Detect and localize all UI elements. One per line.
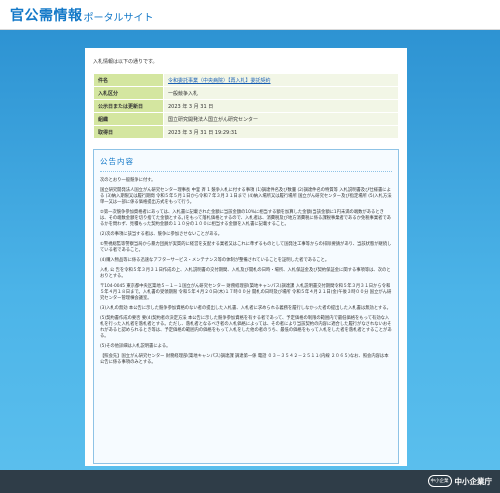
table-row: 件名 令和委託事業（中央病院）【再入札】委託契約	[93, 73, 399, 87]
notice-paragraph: (2)次の事項に該当する者は、競争に参加させないことがある。	[100, 232, 223, 237]
intro-text: 入札情報は以下の通りです。	[93, 59, 158, 65]
notice-paragraph: 入札 公 告を令和５年３月３１日作成の上、入札説明書の交付期間、入札及び開札の日…	[100, 268, 391, 279]
row-label-bid-type: 入札区分	[93, 86, 164, 100]
table-row: 入札区分 一般競争入札	[93, 86, 399, 100]
row-value-bid-type: 一般競争入札	[163, 86, 399, 100]
agency-logo-text: 中小企業庁	[454, 476, 493, 486]
table-row: 取得日 2023 年 3 月 31 日 19:29:31	[93, 125, 399, 139]
row-value-publish-date: 2023 年 3 月 31 日	[163, 99, 399, 113]
notice-paragraph: 次のとおり一般競争に付す。	[100, 178, 156, 183]
notice-paragraph: (5)契約書作成の要否 要(4)契約者の決定方法 本公告に示した競争参加資格を有…	[100, 316, 392, 339]
footer-bar	[0, 470, 500, 493]
row-label-publish-date: 公示日または更新日	[93, 99, 164, 113]
row-value-organization: 国立研究開発法人国立がん研究センター	[163, 112, 399, 126]
row-label-subject: 件名	[93, 73, 164, 87]
bid-info-table: 件名 令和委託事業（中央病院）【再入札】委託契約 入札区分 一般競争入札 公示日…	[93, 73, 399, 139]
table-row: 公示日または更新日 2023 年 3 月 31 日	[93, 99, 399, 113]
notice-paragraph: ①警視総監等警察当局から暴力団員が実質的に経営を支配する業者又はこれに準ずるもの…	[100, 242, 392, 253]
notice-paragraph: (4)購入物品等に係る迅速なアフターサービス・メンテナンス等の体制が整備されてい…	[100, 258, 330, 263]
notice-content-box: 公告内容 次のとおり一般競争に付す。 国立研究開発法人国立がん研究センター理事長…	[93, 149, 399, 464]
notice-paragraph: 国立研究開発法人国立がん研究センター理事長 中釜 斉 1 競争入札に付する事項 …	[100, 188, 392, 205]
site-subtitle[interactable]: ポータルサイト	[84, 9, 154, 24]
notice-paragraph: (5)その他詳細は入札説明書による。	[100, 344, 171, 349]
site-header: 官公需情報 ポータルサイト	[0, 0, 500, 30]
subject-link[interactable]: 令和委託事業（中央病院）【再入札】委託契約	[168, 78, 271, 84]
row-value-subject: 令和委託事業（中央病院）【再入札】委託契約	[163, 73, 399, 87]
table-row: 組織 国立研究開発法人国立がん研究センター	[93, 112, 399, 126]
notice-title: 公告内容	[100, 156, 392, 172]
row-value-retrieved: 2023 年 3 月 31 日 19:29:31	[163, 125, 399, 139]
notice-paragraph: ②第一次競争参加資格者にあっては、入札書に記載された金額に当該金額の10%に相当…	[100, 210, 391, 227]
notice-paragraph: 【照会先】国立がん研究センター 財務経理部(築地キャンパス)調達課 調達第一係 …	[100, 354, 389, 365]
main-panel: 入札情報は以下の通りです。 件名 令和委託事業（中央病院）【再入札】委託契約 入…	[85, 48, 407, 466]
agency-logo[interactable]: 中小企業 中小企業庁	[427, 474, 493, 488]
notice-paragraph: (3)入札の無効 本公告に示した競争参加資格のない者の提出した入札書、入札者に求…	[100, 306, 391, 311]
notice-paragraph: 〒104-0045 東京都中央区築地５－１－１国立がん研究センター 財務経理部(…	[100, 284, 392, 301]
agency-logo-mark: 中小企業	[427, 475, 452, 487]
row-label-organization: 組織	[93, 112, 164, 126]
row-label-retrieved: 取得日	[93, 125, 164, 139]
site-title[interactable]: 官公需情報	[10, 5, 83, 25]
